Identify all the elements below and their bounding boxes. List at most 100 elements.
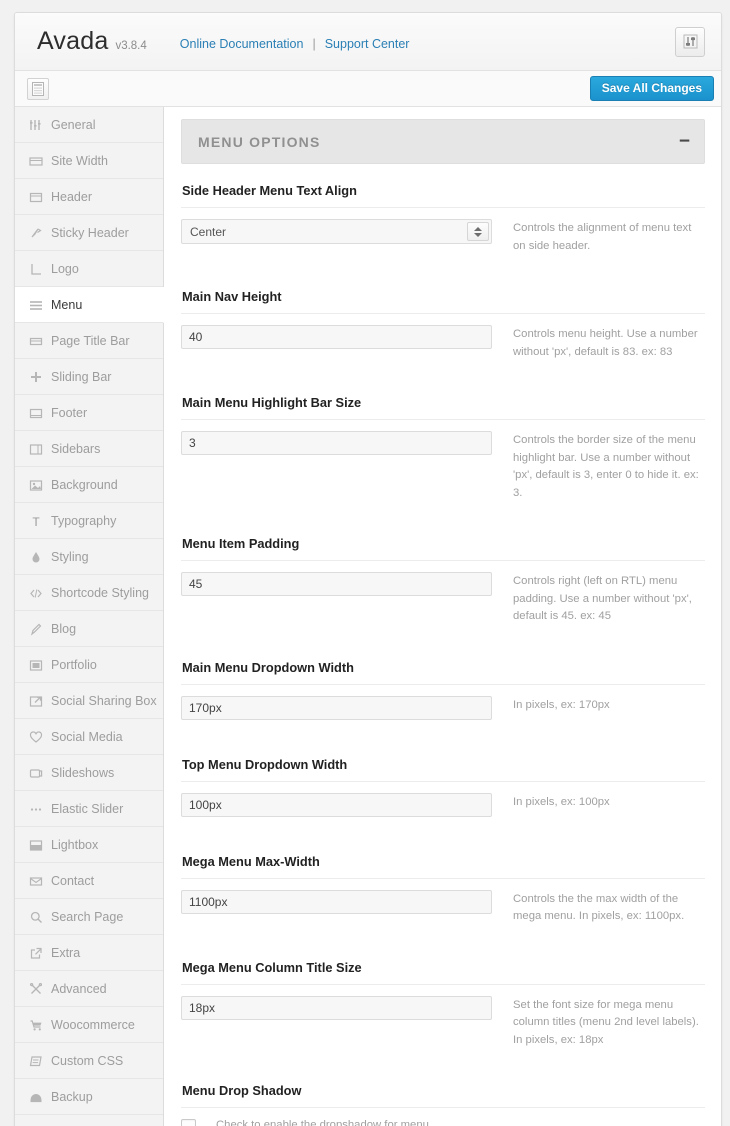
save-all-changes-button[interactable]: Save All Changes xyxy=(589,76,714,101)
field-description: Controls the the max width of the mega m… xyxy=(513,892,685,923)
field-label: Main Menu Highlight Bar Size xyxy=(182,395,362,410)
input-main-menu-dropdown-width[interactable] xyxy=(181,695,492,720)
section-header[interactable]: MENU OPTIONS − xyxy=(181,119,705,164)
field-label: Menu Drop Shadow xyxy=(182,1083,302,1098)
external-link-icon xyxy=(29,946,46,960)
field-control: Center xyxy=(181,219,494,244)
field-control xyxy=(181,995,494,1020)
sidebar-item-blog[interactable]: Blog xyxy=(15,611,163,647)
sidebar-item-label: Typography xyxy=(51,513,117,528)
sidebar-item-contact[interactable]: Contact xyxy=(15,863,163,899)
field-label: Main Nav Height xyxy=(182,289,282,304)
brand-name: Avada xyxy=(37,27,109,55)
field-mega-menu-max-width: Mega Menu Max-Width Controls the the max … xyxy=(181,835,705,941)
sidebar-item-menu[interactable]: Menu xyxy=(15,287,164,323)
sidebar-item-typography[interactable]: T Typography xyxy=(15,503,163,539)
checkbox-menu-drop-shadow[interactable] xyxy=(181,1119,196,1126)
field-side-header-menu-text-align: Side Header Menu Text Align Center Control… xyxy=(181,164,705,270)
text-t-icon: T xyxy=(29,514,46,528)
shopping-cart-icon xyxy=(29,1018,46,1032)
sidebar-item-label: Lightbox xyxy=(51,837,99,852)
field-row: Controls the the max width of the mega m… xyxy=(181,877,705,941)
options-sidebar: General Site Width Header Sticky Header Logo… xyxy=(15,107,164,1126)
sidebar-item-portfolio[interactable]: Portfolio xyxy=(15,647,163,683)
section-title: MENU OPTIONS xyxy=(198,133,321,150)
input-main-menu-highlight-bar-size[interactable] xyxy=(181,431,492,455)
field-mega-menu-column-title-size: Mega Menu Column Title Size Set the font … xyxy=(181,941,705,1065)
field-row: In pixels, ex: 100px xyxy=(181,780,705,835)
sidebar-item-shortcode-styling[interactable]: Shortcode Styling xyxy=(15,575,163,611)
field-control xyxy=(181,431,494,455)
field-description: Controls menu height. Use a number witho… xyxy=(513,328,698,358)
input-mega-menu-column-title-size[interactable] xyxy=(181,995,492,1020)
online-documentation-link[interactable]: Online Documentation xyxy=(180,37,304,51)
sidebar-item-woocommerce[interactable]: Woocommerce xyxy=(15,1007,163,1043)
panel-layout-icon[interactable] xyxy=(27,77,49,100)
checkbox-row: Check to enable the dropshadow for menu … xyxy=(181,1119,446,1126)
sidebar-item-sliding-bar[interactable]: Sliding Bar xyxy=(15,359,163,395)
sidebar-item-custom-css[interactable]: Custom CSS xyxy=(15,1043,163,1079)
field-control xyxy=(181,572,494,596)
sidebar-item-logo[interactable]: Logo xyxy=(15,251,163,287)
field-row: Center Controls the alignment of menu tex… xyxy=(181,207,705,270)
input-main-nav-height[interactable] xyxy=(181,325,492,349)
sidebar-item-label: Blog xyxy=(51,621,77,636)
sidebar-item-label: Logo xyxy=(51,261,79,276)
sidebar-item-label: Sliding Bar xyxy=(51,369,112,384)
sidebar-item-label: Woocommerce xyxy=(51,1017,135,1032)
search-icon xyxy=(29,910,46,924)
input-top-menu-dropdown-width[interactable] xyxy=(181,792,492,817)
sidebar-item-backup[interactable]: Backup xyxy=(15,1079,163,1115)
sidebar-item-label: Footer xyxy=(51,405,88,420)
select-side-header-menu-text-align[interactable]: Center xyxy=(181,219,492,244)
input-menu-item-padding[interactable] xyxy=(181,572,492,596)
sidebar-item-elastic-slider[interactable]: Elastic Slider xyxy=(15,791,163,827)
select-stepper-arrows-icon[interactable] xyxy=(467,222,489,241)
avada-theme-options-screen: Avada v3.8.4 Online Documentation | Supp… xyxy=(0,0,730,1126)
sidebar-item-styling[interactable]: Styling xyxy=(15,539,163,575)
field-menu-drop-shadow: Menu Drop Shadow Check to enable the drop… xyxy=(181,1064,705,1126)
sidebar-item-search-page[interactable]: Search Page xyxy=(15,899,163,935)
sidebar-item-background[interactable]: Background xyxy=(15,467,163,503)
sidebar-item-header[interactable]: Header xyxy=(15,179,163,215)
sidebar-item-social-media[interactable]: Social Media xyxy=(15,719,163,755)
image-icon xyxy=(29,478,46,492)
envelope-icon xyxy=(29,874,46,888)
plus-icon xyxy=(29,370,46,384)
sidebar-item-general[interactable]: General xyxy=(15,107,163,143)
sidebar-item-footer[interactable]: Footer xyxy=(15,395,163,431)
select-value: Center xyxy=(190,224,227,239)
input-mega-menu-max-width[interactable] xyxy=(181,889,492,914)
title-bar-icon xyxy=(29,334,46,348)
share-external-icon xyxy=(29,694,46,708)
logo-corner-icon xyxy=(29,262,46,276)
sidebar-item-sidebars[interactable]: Sidebars xyxy=(15,431,163,467)
field-control xyxy=(181,889,494,914)
header-box-icon xyxy=(29,190,46,204)
field-row: In pixels, ex: 170px xyxy=(181,683,705,738)
field-row: Controls menu height. Use a number witho… xyxy=(181,313,705,376)
save-toolbar: Save All Changes xyxy=(15,71,721,107)
field-label: Menu Item Padding xyxy=(182,536,300,551)
sidebar-item-lightbox[interactable]: Lightbox xyxy=(15,827,163,863)
collapse-section-icon[interactable]: − xyxy=(679,132,690,151)
field-control xyxy=(181,325,494,349)
sidebar-item-site-width[interactable]: Site Width xyxy=(15,143,163,179)
sidebar-item-page-title-bar[interactable]: Page Title Bar xyxy=(15,323,163,359)
support-center-link[interactable]: Support Center xyxy=(325,37,410,51)
sidebar-item-label: Slideshows xyxy=(51,765,115,780)
sidebar-item-social-sharing-box[interactable]: Social Sharing Box xyxy=(15,683,163,719)
hamburger-menu-icon xyxy=(29,298,46,312)
sidebar-item-advanced[interactable]: Advanced xyxy=(15,971,163,1007)
sliders-icon[interactable] xyxy=(675,26,705,57)
sidebar-item-label: Sidebars xyxy=(51,441,101,456)
sidebar-item-sticky-header[interactable]: Sticky Header xyxy=(15,215,163,251)
field-description: In pixels, ex: 100px xyxy=(513,795,610,808)
sidebar-item-extra[interactable]: Extra xyxy=(15,935,163,971)
sidebar-item-label: Sticky Header xyxy=(51,225,129,240)
sidebar-item-slideshows[interactable]: Slideshows xyxy=(15,755,163,791)
sidebar-item-label: Social Media xyxy=(51,729,123,744)
options-panel: Avada v3.8.4 Online Documentation | Supp… xyxy=(14,12,722,1126)
css-tag-icon xyxy=(29,1054,46,1068)
lightbox-icon xyxy=(29,838,46,852)
